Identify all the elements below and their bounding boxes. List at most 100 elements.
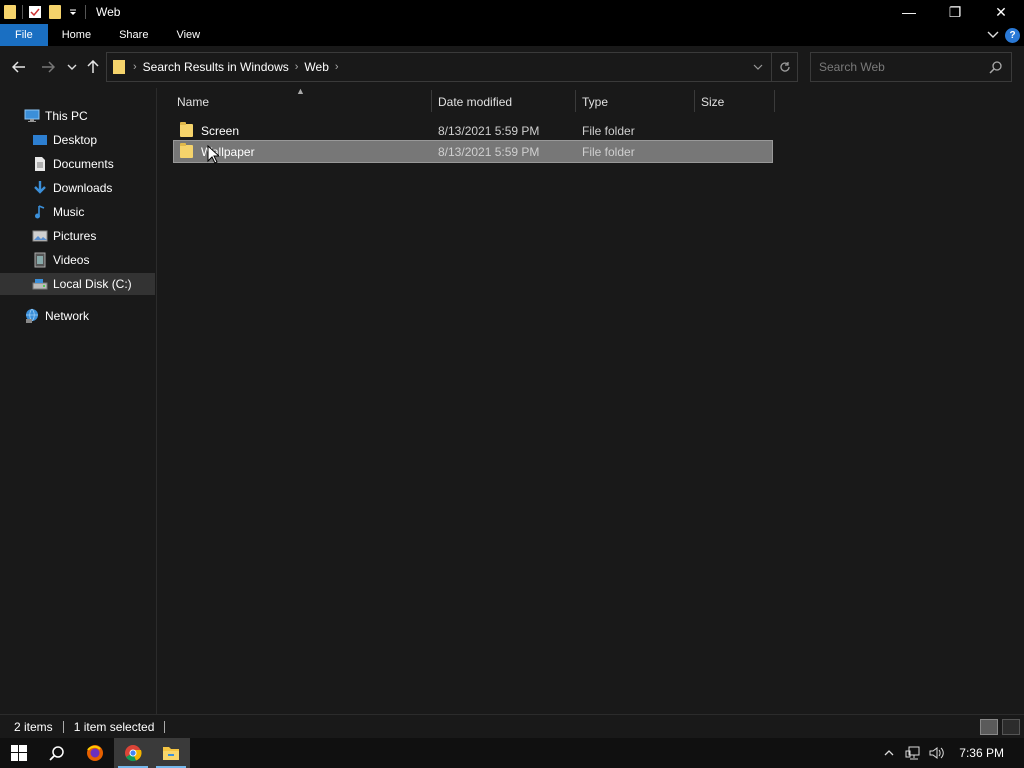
help-button[interactable]: ? [1005,27,1020,43]
nav-label: Music [53,205,85,219]
windows-logo-icon [11,745,27,761]
network-icon [905,746,920,760]
up-button[interactable] [83,57,103,77]
folder-icon [180,122,193,137]
nav-label: Local Disk (C:) [53,277,132,291]
nav-item-network[interactable]: Network [0,305,155,327]
tab-view[interactable]: View [162,24,214,46]
maximize-button[interactable]: ❐ [932,0,978,24]
large-icons-view-button[interactable] [1002,719,1020,735]
chevron-right-icon[interactable]: › [133,61,137,73]
search-input[interactable] [811,60,981,74]
forward-button[interactable] [38,57,58,77]
address-bar[interactable]: › Search Results in Windows › Web › [106,52,798,82]
date-cell: 8/13/2021 5:59 PM [438,123,540,138]
column-divider[interactable] [575,90,576,112]
monitor-icon [24,108,40,124]
nav-item-downloads[interactable]: Downloads [0,177,155,199]
name-cell: Wallpaper [180,141,255,162]
pictures-icon [32,228,48,244]
nav-item-desktop[interactable]: Desktop [0,129,155,151]
tab-file[interactable]: File [0,24,48,46]
status-bar: 2 items 1 item selected [0,714,1024,738]
file-name: Wallpaper [201,144,255,159]
breadcrumb-web[interactable]: Web [304,60,328,74]
documents-icon [32,156,48,172]
folder-icon [113,60,125,74]
file-explorer-icon [163,747,179,760]
nav-label: This PC [45,109,88,123]
search-box[interactable] [810,52,1012,82]
volume-tray-button[interactable] [925,738,949,768]
table-row[interactable]: Screen 8/13/2021 5:59 PM File folder [174,120,772,141]
column-divider[interactable] [694,90,695,112]
chevron-down-icon [67,64,77,70]
refresh-button[interactable] [771,53,797,81]
nav-item-this-pc[interactable]: This PC [0,105,155,127]
nav-item-videos[interactable]: Videos [0,249,155,271]
nav-label: Network [45,309,90,323]
separator [62,720,64,733]
column-header-size[interactable]: Size [701,90,773,114]
window-title: Web [96,5,121,19]
type-cell: File folder [582,144,635,159]
folder-icon [2,4,18,20]
speaker-icon [929,747,945,759]
chevron-right-icon[interactable]: › [335,61,339,73]
search-icon[interactable] [989,60,1003,74]
start-button[interactable] [0,738,38,768]
nav-item-pictures[interactable]: Pictures [0,225,155,247]
navigation-pane: This PC Desktop Documents Downloads Musi… [0,88,157,714]
tab-share[interactable]: Share [105,24,162,46]
column-divider[interactable] [774,90,775,112]
nav-label: Downloads [53,181,113,195]
column-divider[interactable] [431,90,432,112]
table-row[interactable]: Wallpaper 8/13/2021 5:59 PM File folder [173,140,773,163]
nav-item-music[interactable]: Music [0,201,155,223]
system-tray: 7:36 PM [877,738,1024,768]
downloads-icon [32,180,48,196]
chevron-right-icon[interactable]: › [295,61,299,73]
back-arrow-icon [12,61,25,73]
column-header-date[interactable]: Date modified [438,90,575,114]
music-icon [32,204,48,220]
show-hidden-icons-button[interactable] [877,738,901,768]
separator [22,5,23,19]
network-icon [24,308,40,324]
address-dropdown-button[interactable] [745,53,771,81]
folder-icon [180,143,193,158]
column-header-name[interactable]: Name [177,90,432,114]
close-button[interactable]: ✕ [978,0,1024,24]
nav-label: Documents [53,157,114,171]
firefox-icon [87,745,103,761]
recent-locations-button[interactable] [62,57,82,77]
minimize-button[interactable]: — [886,0,932,24]
network-tray-button[interactable] [901,738,925,768]
chevron-up-icon [884,750,894,756]
search-icon [49,746,64,761]
customize-quick-access-icon[interactable] [65,4,81,20]
up-arrow-icon [87,60,99,73]
search-button[interactable] [38,738,76,768]
nav-item-documents[interactable]: Documents [0,153,155,175]
item-count: 2 items [14,719,53,734]
back-button[interactable] [9,57,29,77]
column-header-type[interactable]: Type [582,90,694,114]
selection-count: 1 item selected [73,719,155,734]
clock[interactable]: 7:36 PM [949,746,1024,760]
details-view-button[interactable] [980,719,998,735]
ribbon-tabs: File Home Share View ? [0,24,1024,46]
nav-label: Videos [53,253,90,267]
chrome-taskbar-button[interactable] [114,738,152,768]
new-folder-icon[interactable] [47,4,63,20]
chrome-icon [125,745,142,762]
breadcrumb-search-results[interactable]: Search Results in Windows [143,60,289,74]
firefox-taskbar-button[interactable] [76,738,114,768]
disk-icon [32,276,48,292]
tab-home[interactable]: Home [48,24,105,46]
nav-item-local-disk[interactable]: Local Disk (C:) [0,273,155,295]
file-explorer-taskbar-button[interactable] [152,738,190,768]
title-bar: Web — ❐ ✕ [0,0,1024,24]
properties-icon[interactable] [27,4,43,20]
expand-ribbon-icon[interactable] [987,28,999,42]
